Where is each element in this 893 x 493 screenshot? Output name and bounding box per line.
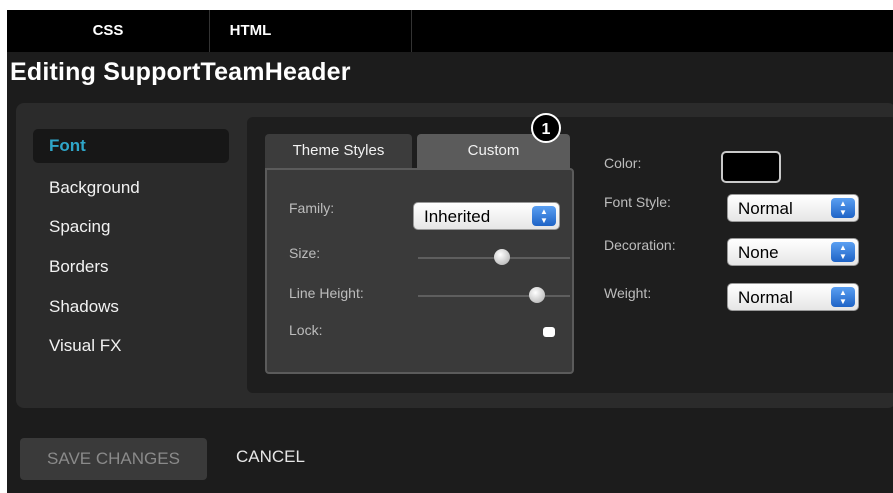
weight-value: Normal: [738, 288, 793, 307]
family-label: Family:: [289, 200, 335, 216]
size-slider-knob[interactable]: [493, 249, 510, 265]
family-value: Inherited: [424, 207, 491, 226]
decoration-value: None: [738, 243, 779, 262]
up-down-stepper-icon: ▲ ▼: [831, 242, 855, 262]
line-height-slider-knob[interactable]: [528, 287, 545, 303]
top-tab-bar: CSS HTML: [7, 10, 893, 52]
color-swatch[interactable]: [721, 151, 781, 183]
cancel-button[interactable]: CANCEL: [236, 445, 305, 469]
sidebar-item-visual-fx[interactable]: Visual FX: [33, 329, 229, 363]
step-badge: 1: [531, 113, 561, 143]
line-height-slider-track[interactable]: [418, 295, 570, 297]
family-select[interactable]: Inherited ▲ ▼: [413, 202, 560, 230]
page-title: Editing SupportTeamHeader: [10, 58, 351, 86]
sidebar-item-background[interactable]: Background: [33, 171, 229, 205]
custom-panel: [265, 168, 574, 374]
decoration-label: Decoration:: [604, 237, 676, 253]
up-down-stepper-icon: ▲ ▼: [831, 198, 855, 218]
font-style-select[interactable]: Normal ▲ ▼: [727, 194, 859, 222]
save-changes-button[interactable]: SAVE CHANGES: [20, 438, 207, 480]
decoration-select[interactable]: None ▲ ▼: [727, 238, 859, 266]
sidebar-item-font[interactable]: Font: [33, 129, 229, 163]
up-down-stepper-icon: ▲ ▼: [532, 206, 556, 226]
weight-select[interactable]: Normal ▲ ▼: [727, 283, 859, 311]
sidebar-item-spacing[interactable]: Spacing: [33, 210, 229, 244]
tab-html[interactable]: HTML: [210, 10, 412, 52]
font-style-label: Font Style:: [604, 194, 671, 210]
sidebar-item-borders[interactable]: Borders: [33, 250, 229, 284]
weight-label: Weight:: [604, 285, 652, 301]
line-height-label: Line Height:: [289, 285, 364, 301]
size-label: Size:: [289, 245, 321, 261]
up-down-stepper-icon: ▲ ▼: [831, 287, 855, 307]
tab-theme-styles[interactable]: Theme Styles: [265, 134, 412, 168]
color-label: Color:: [604, 155, 642, 171]
tab-css[interactable]: CSS: [7, 10, 210, 52]
font-style-value: Normal: [738, 199, 793, 218]
lock-label: Lock:: [289, 322, 323, 338]
sidebar-item-shadows[interactable]: Shadows: [33, 290, 229, 324]
lock-checkbox[interactable]: [543, 327, 555, 337]
